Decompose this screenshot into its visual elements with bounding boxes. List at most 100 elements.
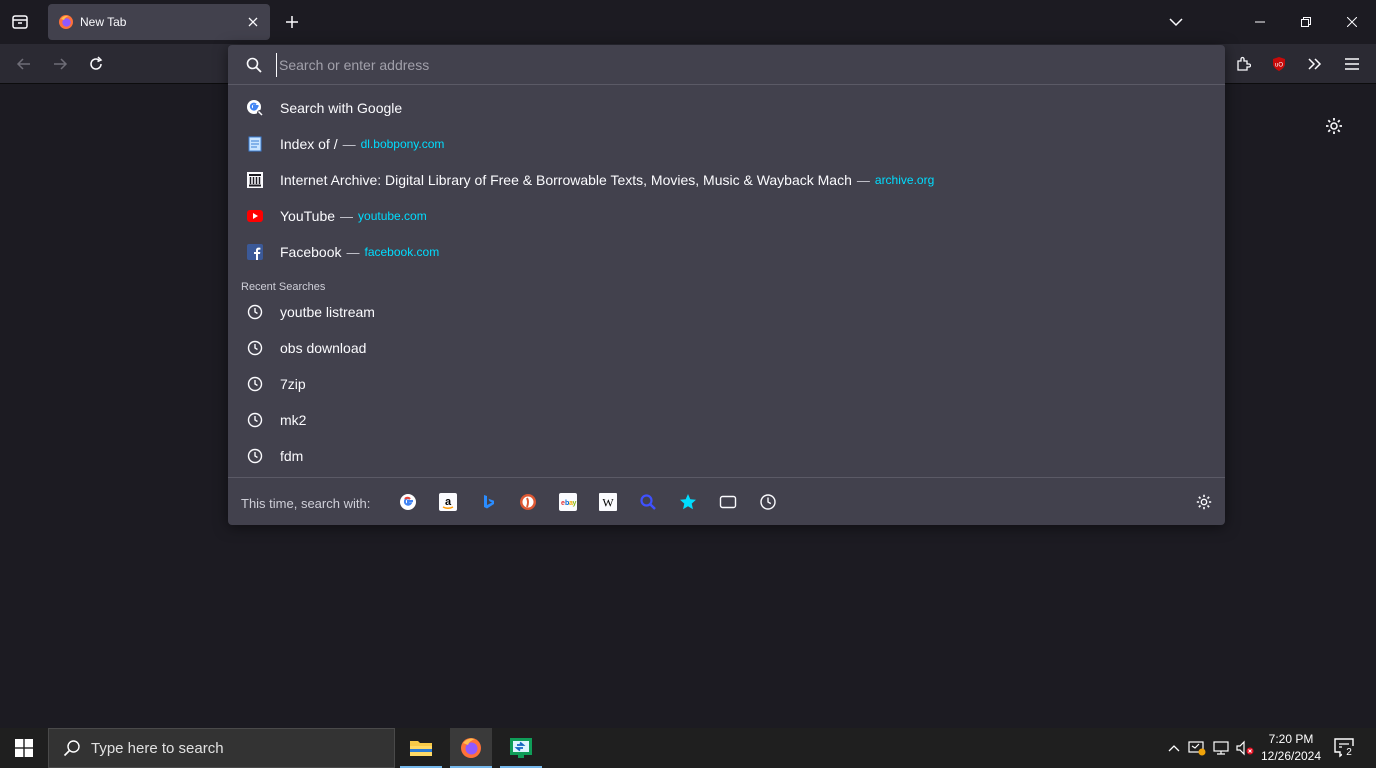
tabs-search-button[interactable] bbox=[718, 492, 738, 512]
result-url: facebook.com bbox=[364, 245, 440, 259]
result-separator: — bbox=[346, 244, 360, 260]
recent-search-item[interactable]: 7zip bbox=[236, 367, 1217, 401]
network-icon bbox=[1213, 741, 1229, 755]
clock-icon bbox=[246, 411, 264, 429]
wikipedia-engine-button[interactable]: W bbox=[598, 492, 618, 512]
minimize-icon bbox=[1255, 21, 1265, 23]
gear-icon bbox=[1326, 118, 1342, 134]
remote-app-taskbar-button[interactable] bbox=[500, 728, 542, 768]
amazon-engine-button[interactable]: a bbox=[438, 492, 458, 512]
chevron-down-icon bbox=[1169, 18, 1183, 27]
one-off-label: This time, search with: bbox=[241, 496, 371, 511]
result-title: Search with Google bbox=[280, 100, 403, 116]
close-window-button[interactable] bbox=[1329, 0, 1375, 44]
chevron-double-right-icon bbox=[1308, 58, 1322, 70]
windows-security-icon bbox=[1188, 741, 1206, 756]
windows-taskbar: Type here to search 7:20 PM 12/26/2024 2 bbox=[0, 728, 1376, 768]
close-icon bbox=[248, 17, 258, 27]
recent-searches-label: Recent Searches bbox=[241, 281, 326, 293]
reload-button[interactable] bbox=[80, 48, 112, 80]
new-tab-settings-button[interactable] bbox=[1324, 116, 1344, 136]
clock-date: 12/26/2024 bbox=[1260, 749, 1322, 763]
new-tab-button[interactable] bbox=[280, 8, 304, 36]
file-explorer-taskbar-button[interactable] bbox=[400, 728, 442, 768]
security-tray-button[interactable] bbox=[1187, 738, 1207, 758]
bing-engine-button[interactable] bbox=[478, 492, 498, 512]
firefox-view-icon bbox=[12, 15, 28, 29]
result-index-of[interactable]: Index of / — dl.bobpony.com bbox=[236, 127, 1217, 161]
clock-icon bbox=[760, 494, 776, 510]
search-icon bbox=[63, 740, 80, 757]
taskbar-search-placeholder: Type here to search bbox=[91, 739, 224, 757]
result-facebook[interactable]: Facebook — facebook.com bbox=[236, 235, 1217, 269]
search-engine-button[interactable] bbox=[638, 492, 658, 512]
taskbar-search-box[interactable]: Type here to search bbox=[48, 728, 395, 768]
overflow-menu-button[interactable] bbox=[1301, 52, 1329, 76]
star-icon bbox=[680, 494, 696, 510]
result-url: archive.org bbox=[874, 173, 935, 187]
clock-icon bbox=[246, 375, 264, 393]
ublock-origin-button[interactable]: uO bbox=[1265, 52, 1293, 76]
result-title: Facebook bbox=[280, 244, 342, 260]
svg-text:a: a bbox=[445, 496, 452, 508]
restore-button[interactable] bbox=[1283, 0, 1329, 44]
close-icon bbox=[1347, 17, 1357, 27]
tab-new-tab[interactable]: New Tab bbox=[48, 4, 270, 40]
bookmarks-search-button[interactable] bbox=[678, 492, 698, 512]
recent-search-text: mk2 bbox=[280, 412, 307, 428]
history-search-button[interactable] bbox=[758, 492, 778, 512]
restore-icon bbox=[1301, 17, 1311, 27]
firefox-taskbar-button[interactable] bbox=[450, 728, 492, 768]
recent-search-text: 7zip bbox=[280, 376, 306, 392]
show-hidden-icons-button[interactable] bbox=[1164, 738, 1184, 758]
firefox-icon bbox=[461, 738, 481, 758]
plus-icon bbox=[286, 16, 298, 28]
ublock-icon: uO bbox=[1273, 57, 1285, 71]
arrow-left-icon bbox=[16, 58, 30, 70]
result-search-with-google[interactable]: Search with Google bbox=[236, 91, 1217, 125]
chevron-up-icon bbox=[1168, 745, 1180, 752]
extensions-button[interactable] bbox=[1229, 52, 1257, 76]
recent-search-text: obs download bbox=[280, 340, 367, 356]
network-tray-button[interactable] bbox=[1211, 738, 1231, 758]
close-tab-button[interactable] bbox=[244, 13, 262, 31]
one-off-search-row: This time, search with: a e b a y W bbox=[228, 477, 1225, 525]
clock-icon bbox=[246, 447, 264, 465]
start-button[interactable] bbox=[0, 728, 48, 768]
gear-icon bbox=[1196, 494, 1212, 510]
result-youtube[interactable]: YouTube — youtube.com bbox=[236, 199, 1217, 233]
google-icon bbox=[400, 494, 416, 510]
search-engine-icon bbox=[640, 494, 656, 510]
address-bar-input[interactable] bbox=[276, 53, 1176, 77]
list-all-tabs-button[interactable] bbox=[1164, 10, 1188, 34]
minimize-button[interactable] bbox=[1237, 0, 1283, 44]
result-title: YouTube bbox=[280, 208, 336, 224]
puzzle-icon bbox=[1237, 56, 1251, 71]
svg-text:y: y bbox=[573, 500, 577, 507]
windows-logo-icon bbox=[15, 739, 33, 757]
google-search-icon bbox=[246, 99, 264, 117]
action-center-button[interactable]: 2 bbox=[1330, 734, 1358, 762]
search-settings-button[interactable] bbox=[1195, 493, 1213, 511]
result-title: Index of / bbox=[280, 136, 338, 152]
wikipedia-icon: W bbox=[599, 493, 617, 511]
recent-search-item[interactable]: fdm bbox=[236, 439, 1217, 473]
firefox-view-button[interactable] bbox=[4, 6, 36, 38]
back-button[interactable] bbox=[8, 48, 40, 80]
google-engine-button[interactable] bbox=[398, 492, 418, 512]
arrow-right-icon bbox=[54, 58, 68, 70]
duckduckgo-icon bbox=[520, 494, 536, 510]
facebook-icon bbox=[246, 243, 264, 261]
recent-search-item[interactable]: obs download bbox=[236, 331, 1217, 365]
duckduckgo-engine-button[interactable] bbox=[518, 492, 538, 512]
volume-tray-button[interactable] bbox=[1235, 738, 1255, 758]
taskbar-clock[interactable]: 7:20 PM 12/26/2024 bbox=[1254, 731, 1328, 767]
app-menu-button[interactable] bbox=[1338, 52, 1366, 76]
recent-search-item[interactable]: youtbe listream bbox=[236, 295, 1217, 329]
ebay-engine-button[interactable]: e b a y bbox=[558, 492, 578, 512]
result-internet-archive[interactable]: Internet Archive: Digital Library of Fre… bbox=[236, 163, 1217, 197]
firefox-icon bbox=[59, 15, 73, 29]
recent-search-item[interactable]: mk2 bbox=[236, 403, 1217, 437]
tab-strip: New Tab bbox=[0, 0, 1376, 44]
forward-button[interactable] bbox=[44, 48, 76, 80]
